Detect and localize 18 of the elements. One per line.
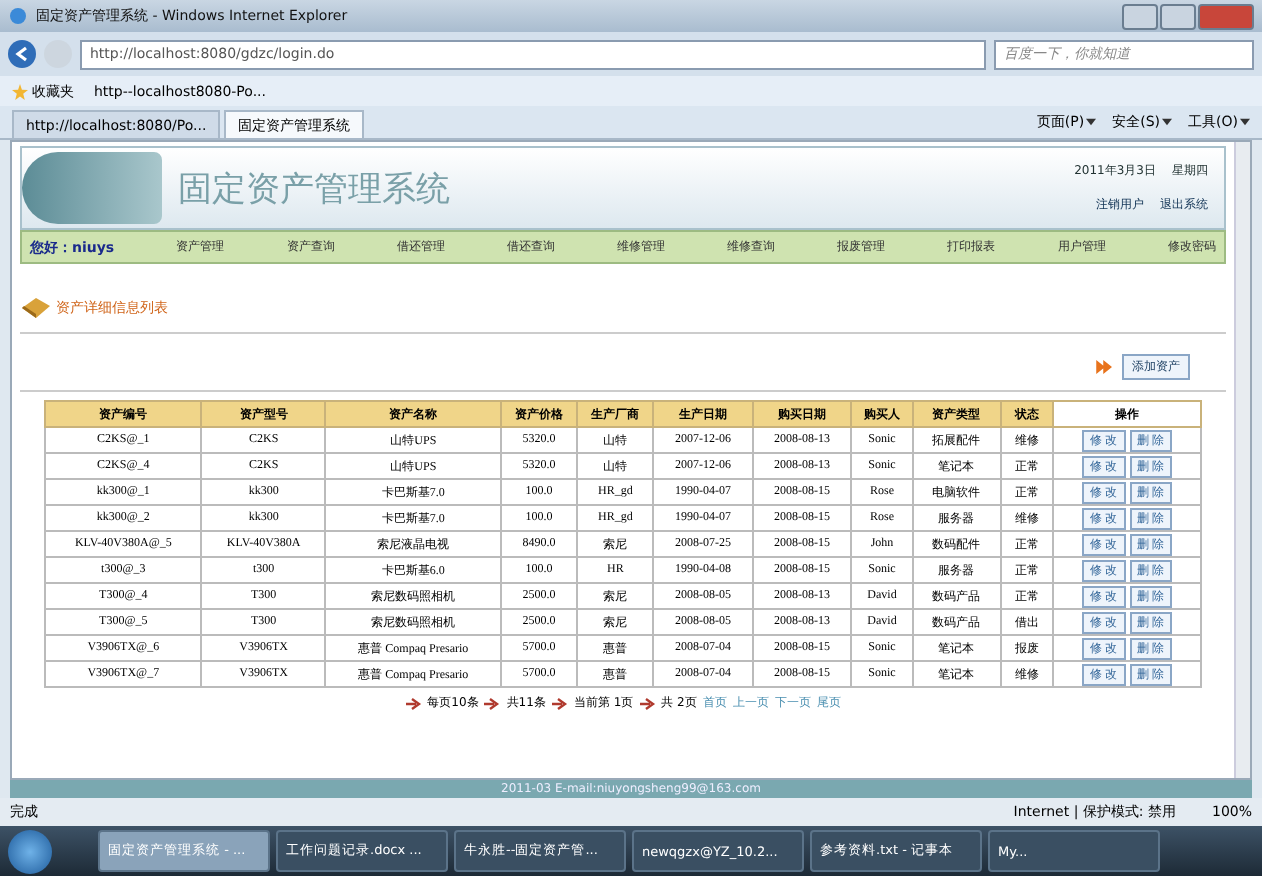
book-icon: [20, 296, 52, 320]
maximize-button[interactable]: [1160, 3, 1196, 29]
arrow-icon: [639, 697, 656, 709]
arrow-icon: [405, 697, 422, 709]
arrow-icon: [551, 697, 568, 709]
caret-icon: [1162, 118, 1173, 126]
back-button[interactable]: [8, 40, 36, 68]
start-button[interactable]: [8, 829, 52, 873]
caret-icon: [1086, 118, 1097, 126]
site-title: 固定资产管理系统: [178, 167, 450, 211]
arrow-icon: [484, 697, 501, 709]
minimize-button[interactable]: [1122, 3, 1158, 29]
browser-icon: [8, 6, 28, 26]
caret-icon: [1240, 118, 1250, 126]
star-icon: [12, 83, 28, 99]
scrollbar[interactable]: [1234, 142, 1250, 778]
close-button[interactable]: [1198, 3, 1254, 29]
arrow-icon: [1096, 360, 1114, 374]
